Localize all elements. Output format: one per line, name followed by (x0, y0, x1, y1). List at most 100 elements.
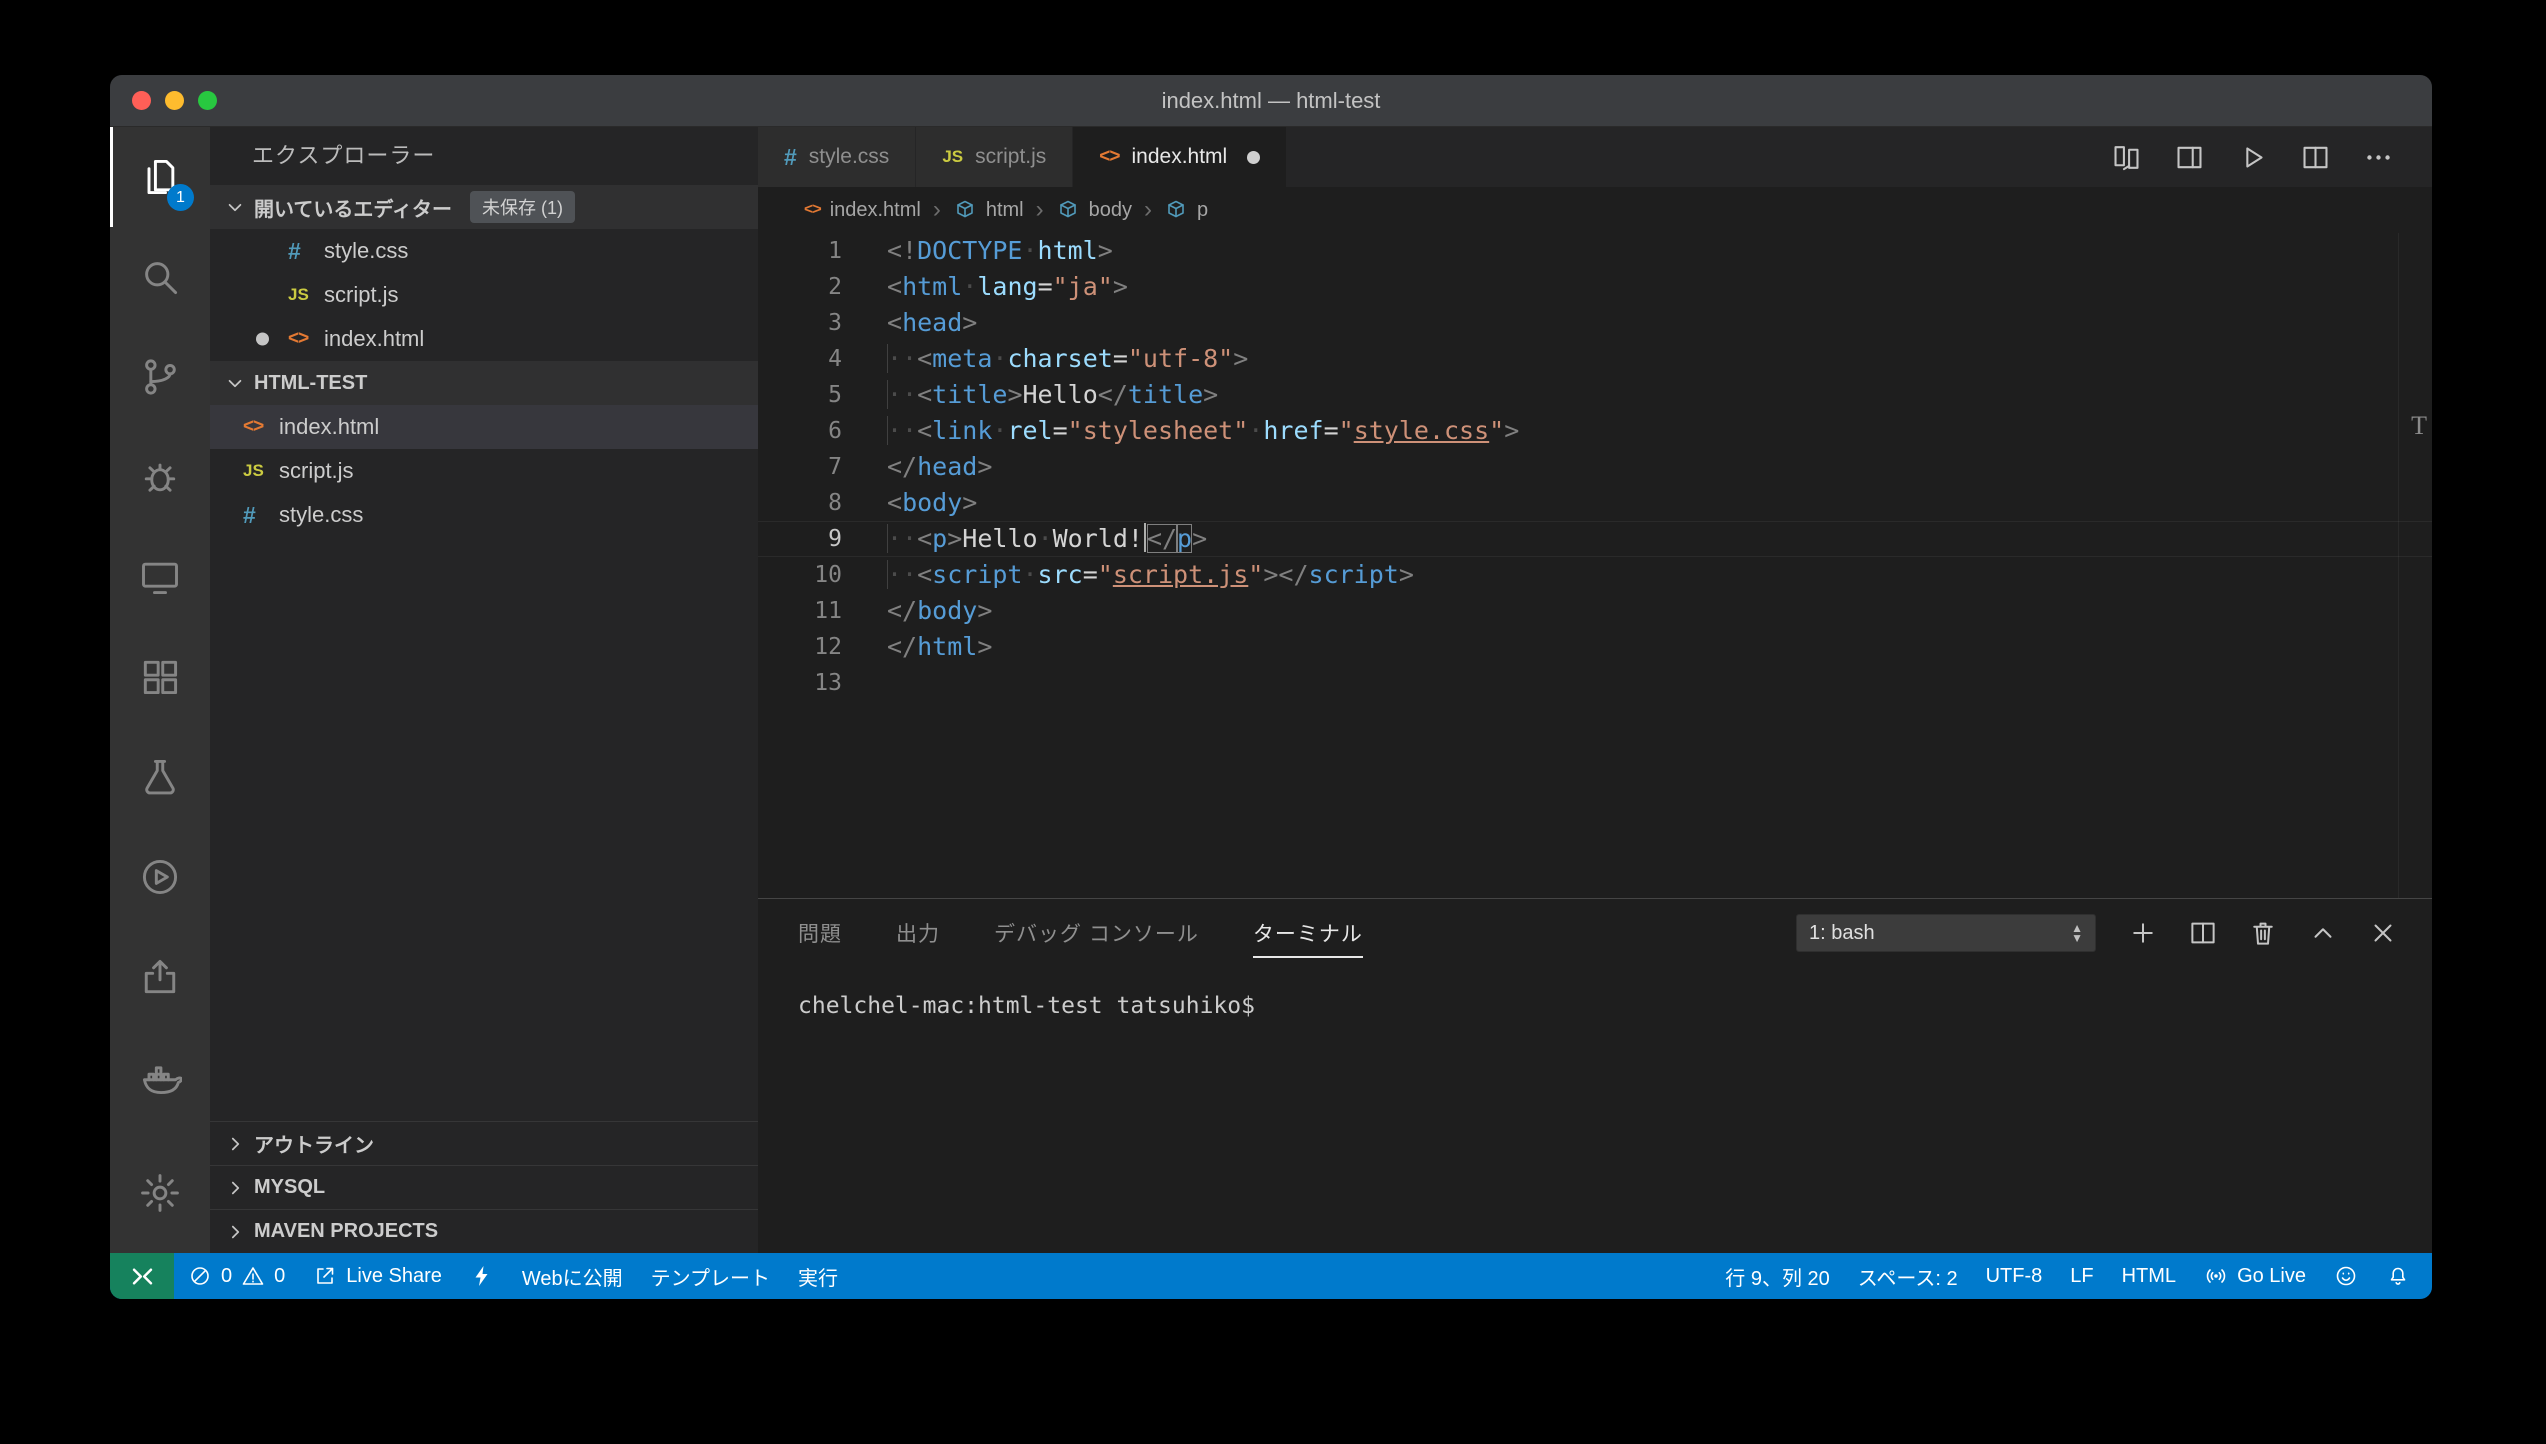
window-title: index.html — html-test (110, 88, 2432, 114)
line-content: ··<script·src="script.js"></script> (887, 557, 1414, 593)
activity-source-control[interactable] (110, 327, 210, 427)
encoding-status[interactable]: UTF-8 (1972, 1253, 2057, 1299)
code-line-8[interactable]: 8<body> (758, 485, 2432, 521)
activity-docker[interactable] (110, 1027, 210, 1127)
close-panel-button[interactable] (2368, 918, 2398, 948)
file-label: script.js (324, 282, 399, 308)
line-number: 2 (758, 269, 842, 305)
activity-extensions[interactable] (110, 627, 210, 727)
go-live-status[interactable]: Go Live (2190, 1253, 2320, 1299)
code-editor[interactable]: 1<!DOCTYPE·html>2<html·lang="ja">3<head>… (758, 233, 2432, 898)
publish-to-web-status[interactable]: Webに公開 (508, 1253, 637, 1299)
eol-status[interactable]: LF (2056, 1253, 2107, 1299)
more-actions-button[interactable] (2363, 142, 2394, 173)
activity-run-circle[interactable] (110, 827, 210, 927)
section-label: MYSQL (254, 1176, 325, 1199)
cube-icon (1164, 198, 1188, 222)
tab-style.css[interactable]: #style.css (758, 127, 916, 187)
minimize-window-button[interactable] (165, 91, 184, 110)
activity-live-share[interactable] (110, 927, 210, 1027)
status-text: テンプレート (651, 1262, 770, 1291)
open-preview-button[interactable] (2174, 142, 2205, 173)
breadcrumb-item-index.html[interactable]: <>index.html (804, 199, 921, 222)
activity-remote-explorer[interactable] (110, 527, 210, 627)
tab-script.js[interactable]: JSscript.js (916, 127, 1073, 187)
problems-status[interactable]: 00 (174, 1253, 299, 1299)
activity-settings[interactable] (110, 1143, 210, 1243)
template-status[interactable]: テンプレート (637, 1253, 784, 1299)
flash-status[interactable] (456, 1253, 508, 1299)
activity-explorer[interactable]: 1 (110, 127, 210, 227)
minimap[interactable]: T (2398, 233, 2432, 898)
split-terminal-button[interactable] (2188, 918, 2218, 948)
split-editor-button[interactable] (2300, 142, 2331, 173)
breadcrumb-item-html[interactable]: html (953, 198, 1024, 222)
code-token: title (932, 380, 1007, 409)
feedback-status[interactable] (2320, 1253, 2372, 1299)
cursor-position-status[interactable]: 行 9、列 20 (1711, 1253, 1843, 1299)
zoom-window-button[interactable] (198, 91, 217, 110)
folder-header[interactable]: HTML-TEST (210, 361, 758, 405)
file-script.js[interactable]: JSscript.js (210, 449, 758, 493)
cube-icon (1056, 198, 1080, 222)
maximize-panel-button[interactable] (2308, 918, 2338, 948)
liveshare-icon (313, 1264, 337, 1288)
panel-tab-output[interactable]: 出力 (896, 899, 940, 967)
remote-indicator[interactable] (110, 1253, 174, 1299)
section-mysql[interactable]: MYSQL (210, 1165, 758, 1209)
open-editors-header[interactable]: 開いているエディター未保存 (1) (210, 185, 758, 229)
breadcrumb-item-body[interactable]: body (1056, 198, 1132, 222)
terminal-output[interactable]: chelchel-mac:html-test tatsuhiko$ (758, 967, 2432, 1253)
code-line-3[interactable]: 3<head> (758, 305, 2432, 341)
code-line-5[interactable]: 5··<title>Hello</title> (758, 377, 2432, 413)
code-line-1[interactable]: 1<!DOCTYPE·html> (758, 233, 2432, 269)
code-token: < (887, 308, 902, 337)
new-terminal-button[interactable] (2128, 918, 2158, 948)
file-label: style.css (279, 502, 363, 528)
breadcrumb-item-p[interactable]: p (1164, 198, 1208, 222)
file-index.html[interactable]: <>index.html (210, 405, 758, 449)
panel-tab-debug-console[interactable]: デバッグ コンソール (994, 899, 1199, 967)
code-line-13[interactable]: 13 (758, 665, 2432, 701)
tab-label: index.html (1132, 145, 1228, 169)
kill-terminal-button[interactable] (2248, 918, 2278, 948)
open-changes-button[interactable] (2111, 142, 2142, 173)
code-token: < (917, 416, 932, 445)
line-content: ··<link·rel="stylesheet"·href="style.css… (887, 413, 1519, 449)
activity-debug[interactable] (110, 427, 210, 527)
run-status[interactable]: 実行 (784, 1253, 852, 1299)
code-token: ·· (887, 380, 917, 409)
tab-index.html[interactable]: <>index.html (1073, 127, 1287, 187)
open-editor-script.js[interactable]: JSscript.js (210, 273, 758, 317)
open-editor-index.html[interactable]: <>index.html (210, 317, 758, 361)
panel-tab-problems[interactable]: 問題 (798, 899, 842, 967)
code-token: link (932, 416, 992, 445)
close-window-button[interactable] (132, 91, 151, 110)
terminal-shell-select[interactable]: 1: bash ▲▼ (1796, 914, 2096, 952)
code-line-11[interactable]: 11</body> (758, 593, 2432, 629)
section-outline[interactable]: アウトライン (210, 1121, 758, 1165)
file-style.css[interactable]: #style.css (210, 493, 758, 537)
indent-status[interactable]: スペース: 2 (1844, 1253, 1972, 1299)
activity-search[interactable] (110, 227, 210, 327)
panel-tab-terminal[interactable]: ターミナル (1253, 899, 1363, 967)
live-share-status[interactable]: Live Share (299, 1253, 456, 1299)
section-maven-projects[interactable]: MAVEN PROJECTS (210, 1209, 758, 1253)
css-file-icon: # (784, 144, 797, 171)
code-token: </ (1098, 380, 1128, 409)
code-line-7[interactable]: 7</head> (758, 449, 2432, 485)
sidebar-bottom-sections: アウトライン MYSQL MAVEN PROJECTS (210, 1121, 758, 1253)
code-line-9[interactable]: 9··<p>Hello·World!</p> (758, 521, 2432, 557)
open-editor-style.css[interactable]: #style.css (210, 229, 758, 273)
activity-test[interactable] (110, 727, 210, 827)
code-line-2[interactable]: 2<html·lang="ja"> (758, 269, 2432, 305)
titlebar[interactable]: index.html — html-test (110, 75, 2432, 127)
code-line-6[interactable]: 6··<link·rel="stylesheet"·href="style.cs… (758, 413, 2432, 449)
language-status[interactable]: HTML (2108, 1253, 2190, 1299)
code-line-10[interactable]: 10··<script·src="script.js"></script> (758, 557, 2432, 593)
run-code-button[interactable] (2237, 142, 2268, 173)
line-number: 13 (758, 665, 842, 701)
code-line-4[interactable]: 4··<meta·charset="utf-8"> (758, 341, 2432, 377)
notifications-status[interactable] (2372, 1253, 2424, 1299)
code-line-12[interactable]: 12</html> (758, 629, 2432, 665)
